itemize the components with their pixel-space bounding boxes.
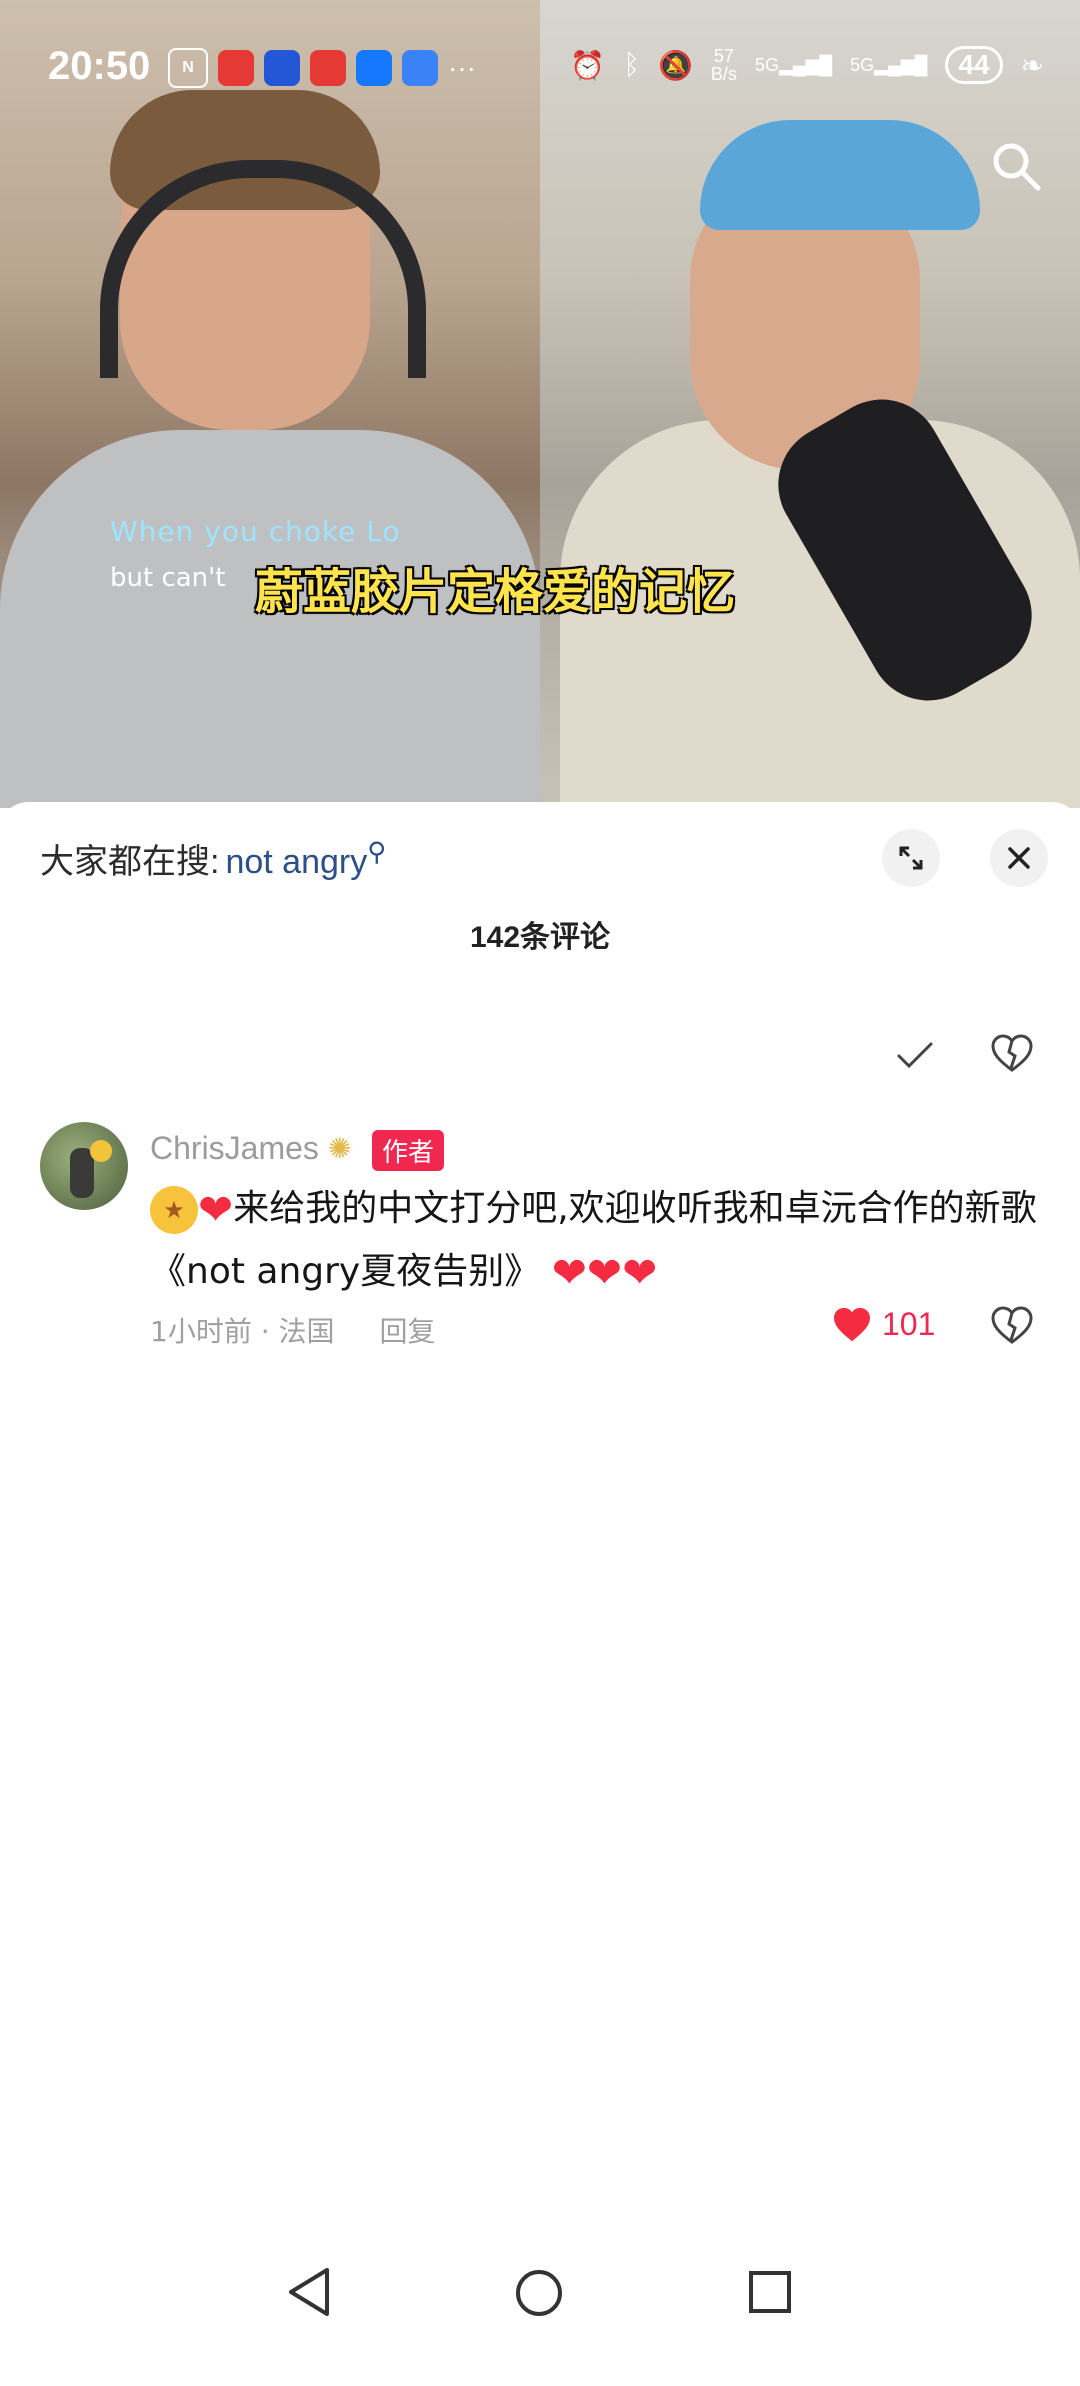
english-overlay-line2: but can't — [110, 563, 226, 593]
video-subtitle: 蔚蓝胶片定格爱的记忆 — [255, 564, 736, 620]
leaf-icon: ❧ — [1020, 49, 1044, 81]
battery-icon: 44 — [945, 46, 1003, 84]
comment-time: 1小时前 — [150, 1315, 252, 1348]
video-left-panel — [0, 0, 540, 808]
comment-text-block[interactable]: ★ ❤来给我的中文打分吧,欢迎收听我和卓沅合作的新歌《not angry夏夜告别》… — [150, 1178, 1040, 1304]
status-time: 20:50 — [48, 44, 151, 88]
comment-username[interactable]: ChrisJames — [150, 1130, 319, 1167]
star-struck-emoji-icon: ★ — [150, 1186, 198, 1234]
hot-search-label: 大家都在搜: — [40, 843, 220, 881]
app-notification-icon — [310, 50, 346, 86]
heart-emoji-icon: ❤ — [586, 1248, 623, 1297]
search-icon: ⚲ — [367, 836, 387, 867]
avatar-flower — [90, 1140, 112, 1162]
hot-search-query[interactable]: not angry — [225, 843, 367, 881]
signal-icon: 5G▂▄▆█ — [754, 54, 833, 75]
status-right: ⏰ ᛒ 🔕 57 B/s 5G▂▄▆█ 5G▂▄▆█ 44 ❧ — [570, 46, 1044, 84]
pinned-actions — [0, 1034, 1080, 1084]
expand-button[interactable] — [882, 829, 940, 887]
nfc-icon: N — [168, 48, 208, 88]
check-icon[interactable] — [895, 1034, 935, 1074]
avatar[interactable] — [40, 1122, 128, 1210]
net-speed-value: 57 — [713, 46, 734, 66]
app-notification-icon — [402, 50, 438, 86]
like-count: 101 — [882, 1306, 936, 1342]
close-icon — [1008, 847, 1030, 869]
comment-meta: 1小时前 · 法国 回复 — [150, 1310, 435, 1350]
close-button[interactable] — [990, 829, 1048, 887]
heart-emoji-icon: ❤ — [551, 1248, 587, 1297]
signal-label: 5G — [754, 54, 779, 75]
net-speed: 57 B/s — [711, 47, 737, 83]
alarm-icon: ⏰ — [570, 49, 606, 81]
bluetooth-icon: ᛒ — [623, 49, 641, 80]
english-overlay-line1: When you choke Lo — [110, 515, 401, 548]
search-icon[interactable] — [990, 140, 1042, 192]
comment-count: 142条评论 — [469, 921, 611, 954]
hot-search[interactable]: 大家都在搜: not angry⚲ — [40, 834, 386, 883]
mute-icon: 🔕 — [658, 49, 693, 81]
comment-location: 法国 — [278, 1315, 335, 1348]
dislike-icon[interactable] — [990, 1034, 1034, 1074]
like-button[interactable]: 101 — [832, 1306, 935, 1343]
signal-icon: 5G▂▄▆█ — [850, 54, 928, 75]
net-speed-unit: B/s — [710, 64, 737, 84]
alipay-icon — [356, 50, 392, 86]
expand-icon — [899, 846, 923, 870]
reply-button[interactable]: 回复 — [379, 1315, 435, 1348]
app-notification-icon — [218, 50, 254, 86]
signal-label: 5G — [850, 54, 875, 75]
sunflower-icon: ✺ — [328, 1132, 352, 1165]
app-notification-icon — [264, 50, 300, 86]
more-notifications-icon: ··· — [448, 52, 476, 83]
notification-icons: N ··· — [168, 48, 476, 88]
nav-back-icon[interactable] — [285, 2266, 333, 2318]
comment-panel: 大家都在搜: not angry⚲ 142条评论 ChrisJames ✺ 作者… — [0, 802, 1080, 2386]
nav-home-icon[interactable] — [514, 2268, 564, 2318]
video-player[interactable]: When you choke Lo but can't 蔚蓝胶片定格爱的记忆 — [0, 0, 1080, 808]
nav-recent-icon[interactable] — [748, 2270, 792, 2314]
dislike-icon[interactable] — [990, 1306, 1034, 1346]
person-right-cap — [700, 120, 980, 230]
navigation-bar — [0, 2236, 1080, 2386]
heart-emoji-icon: ❤ — [198, 1185, 234, 1234]
meta-separator: · — [260, 1315, 279, 1348]
author-badge: 作者 — [372, 1130, 445, 1171]
heart-icon — [834, 1307, 870, 1341]
status-bar: 20:50 N ··· ⏰ ᛒ 🔕 57 B/s 5G▂▄▆█ 5G▂▄▆█ 4… — [0, 38, 1080, 98]
heart-emoji-icon: ❤ — [622, 1248, 658, 1297]
